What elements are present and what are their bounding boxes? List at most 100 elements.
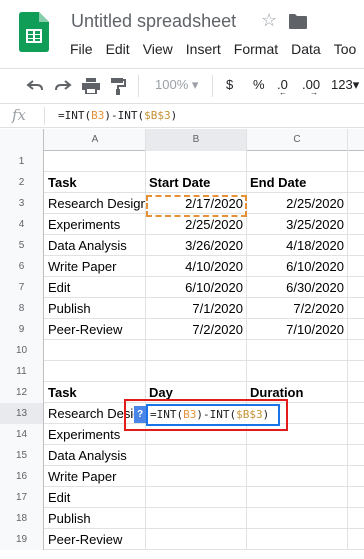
cell-c[interactable] (247, 151, 348, 172)
cell-c[interactable]: 7/2/2020 (247, 298, 348, 319)
cell-a[interactable]: Edit (45, 487, 146, 508)
row-header[interactable]: 13 (0, 403, 44, 424)
folder-icon[interactable] (289, 14, 307, 29)
cell-b[interactable] (146, 151, 247, 172)
menu-data[interactable]: Data (291, 41, 321, 57)
row-header[interactable]: 5 (0, 235, 44, 256)
active-cell-editor[interactable]: =INT(B3)-INT($B$3) (146, 404, 280, 426)
table-row: 18 Publish (0, 508, 364, 529)
cell-b[interactable]: 7/2/2020 (146, 319, 247, 340)
document-title[interactable]: Untitled spreadsheet (71, 11, 236, 32)
row-header[interactable]: 3 (0, 193, 44, 214)
cell-c[interactable]: 6/10/2020 (247, 256, 348, 277)
redo-icon[interactable] (54, 78, 72, 94)
cell-a[interactable]: Research Design (45, 193, 146, 214)
cell-b[interactable]: 2/25/2020 (146, 214, 247, 235)
cell-c[interactable]: 6/30/2020 (247, 277, 348, 298)
cell-b[interactable] (146, 361, 247, 382)
row-header[interactable]: 8 (0, 298, 44, 319)
cell-b[interactable]: 4/10/2020 (146, 256, 247, 277)
row-header[interactable]: 7 (0, 277, 44, 298)
cell-b[interactable]: Start Date (146, 172, 247, 193)
cell-a[interactable] (45, 340, 146, 361)
column-header-b[interactable]: B (146, 129, 247, 151)
cell-c[interactable]: End Date (247, 172, 348, 193)
cell-a[interactable]: Experiments (45, 214, 146, 235)
toolbar-divider (138, 75, 139, 97)
cell-b[interactable] (146, 340, 247, 361)
cell-a[interactable]: Write Paper (45, 466, 146, 487)
select-all-corner[interactable] (0, 129, 44, 151)
cell-c[interactable]: 7/10/2020 (247, 319, 348, 340)
menu-tools[interactable]: Too (334, 41, 357, 57)
cell-a[interactable]: Peer-Review (45, 319, 146, 340)
currency-button[interactable]: $ (226, 77, 233, 92)
formula-help-icon[interactable]: ? (134, 406, 146, 423)
formula-ref-abs-b3: $B$3 (236, 408, 263, 421)
row-header[interactable]: 1 (0, 151, 44, 172)
cell-b[interactable] (146, 508, 247, 529)
row-header[interactable]: 11 (0, 361, 44, 382)
cell-a[interactable] (45, 151, 146, 172)
percent-button[interactable]: % (253, 77, 265, 92)
cell-b[interactable]: 6/10/2020 (146, 277, 247, 298)
cell-b[interactable] (146, 466, 247, 487)
cell-a[interactable]: Data Analysis (45, 235, 146, 256)
cell-b[interactable] (146, 445, 247, 466)
menu-format[interactable]: Format (234, 41, 278, 57)
row-header[interactable]: 18 (0, 508, 44, 529)
row-header[interactable]: 4 (0, 214, 44, 235)
print-icon[interactable] (82, 78, 100, 94)
cell-c[interactable] (247, 529, 348, 550)
cell-a[interactable]: Peer-Review (45, 529, 146, 550)
row-header[interactable]: 14 (0, 424, 44, 445)
cell-formula-text[interactable]: =INT(B3)-INT($B$3) (150, 408, 269, 421)
row-header[interactable]: 16 (0, 466, 44, 487)
cell-c[interactable] (247, 487, 348, 508)
table-row: 5 Data Analysis 3/26/2020 4/18/2020 (0, 235, 364, 256)
cell-a[interactable]: Data Analysis (45, 445, 146, 466)
star-icon[interactable]: ☆ (261, 10, 277, 31)
cell-c[interactable] (247, 445, 348, 466)
row-header[interactable]: 2 (0, 172, 44, 193)
cell-b[interactable]: 3/26/2020 (146, 235, 247, 256)
cell-c[interactable] (247, 361, 348, 382)
zoom-select[interactable]: 100% ▾ (155, 77, 198, 93)
cell-a[interactable] (45, 361, 146, 382)
sheets-logo-icon[interactable] (19, 12, 49, 52)
increase-decimal-button[interactable]: .00 → (302, 77, 320, 97)
menu-insert[interactable]: Insert (186, 41, 221, 57)
cell-c[interactable] (247, 340, 348, 361)
row-header[interactable]: 9 (0, 319, 44, 340)
row-header[interactable]: 12 (0, 382, 44, 403)
cell-b[interactable] (146, 487, 247, 508)
row-header[interactable]: 15 (0, 445, 44, 466)
column-header-a[interactable]: A (45, 129, 146, 151)
paint-format-icon[interactable] (110, 78, 126, 95)
cell-a[interactable]: Publish (45, 508, 146, 529)
row-header[interactable]: 6 (0, 256, 44, 277)
formula-input[interactable]: =INT(B3)-INT($B$3) (58, 109, 177, 122)
undo-icon[interactable] (26, 78, 44, 94)
cell-a[interactable]: Write Paper (45, 256, 146, 277)
menu-view[interactable]: View (143, 41, 173, 57)
cell-b[interactable] (146, 529, 247, 550)
cell-c[interactable] (247, 466, 348, 487)
cell-a[interactable]: Publish (45, 298, 146, 319)
more-formats-button[interactable]: 123▾ (331, 77, 359, 93)
cell-b[interactable]: 7/1/2020 (146, 298, 247, 319)
menu-edit[interactable]: Edit (106, 41, 130, 57)
menu-file[interactable]: File (70, 41, 93, 57)
cell-c[interactable]: 4/18/2020 (247, 235, 348, 256)
cell-c[interactable] (247, 508, 348, 529)
cell-c[interactable]: 3/25/2020 (247, 214, 348, 235)
formula-part: ) (170, 109, 178, 122)
cell-a[interactable]: Edit (45, 277, 146, 298)
row-header[interactable]: 17 (0, 487, 44, 508)
decrease-decimal-button[interactable]: .0 ← (277, 77, 288, 97)
row-header[interactable]: 10 (0, 340, 44, 361)
cell-a[interactable]: Task (45, 172, 146, 193)
cell-c[interactable]: 2/25/2020 (247, 193, 348, 214)
row-header[interactable]: 19 (0, 529, 44, 550)
column-header-c[interactable]: C (247, 129, 348, 151)
